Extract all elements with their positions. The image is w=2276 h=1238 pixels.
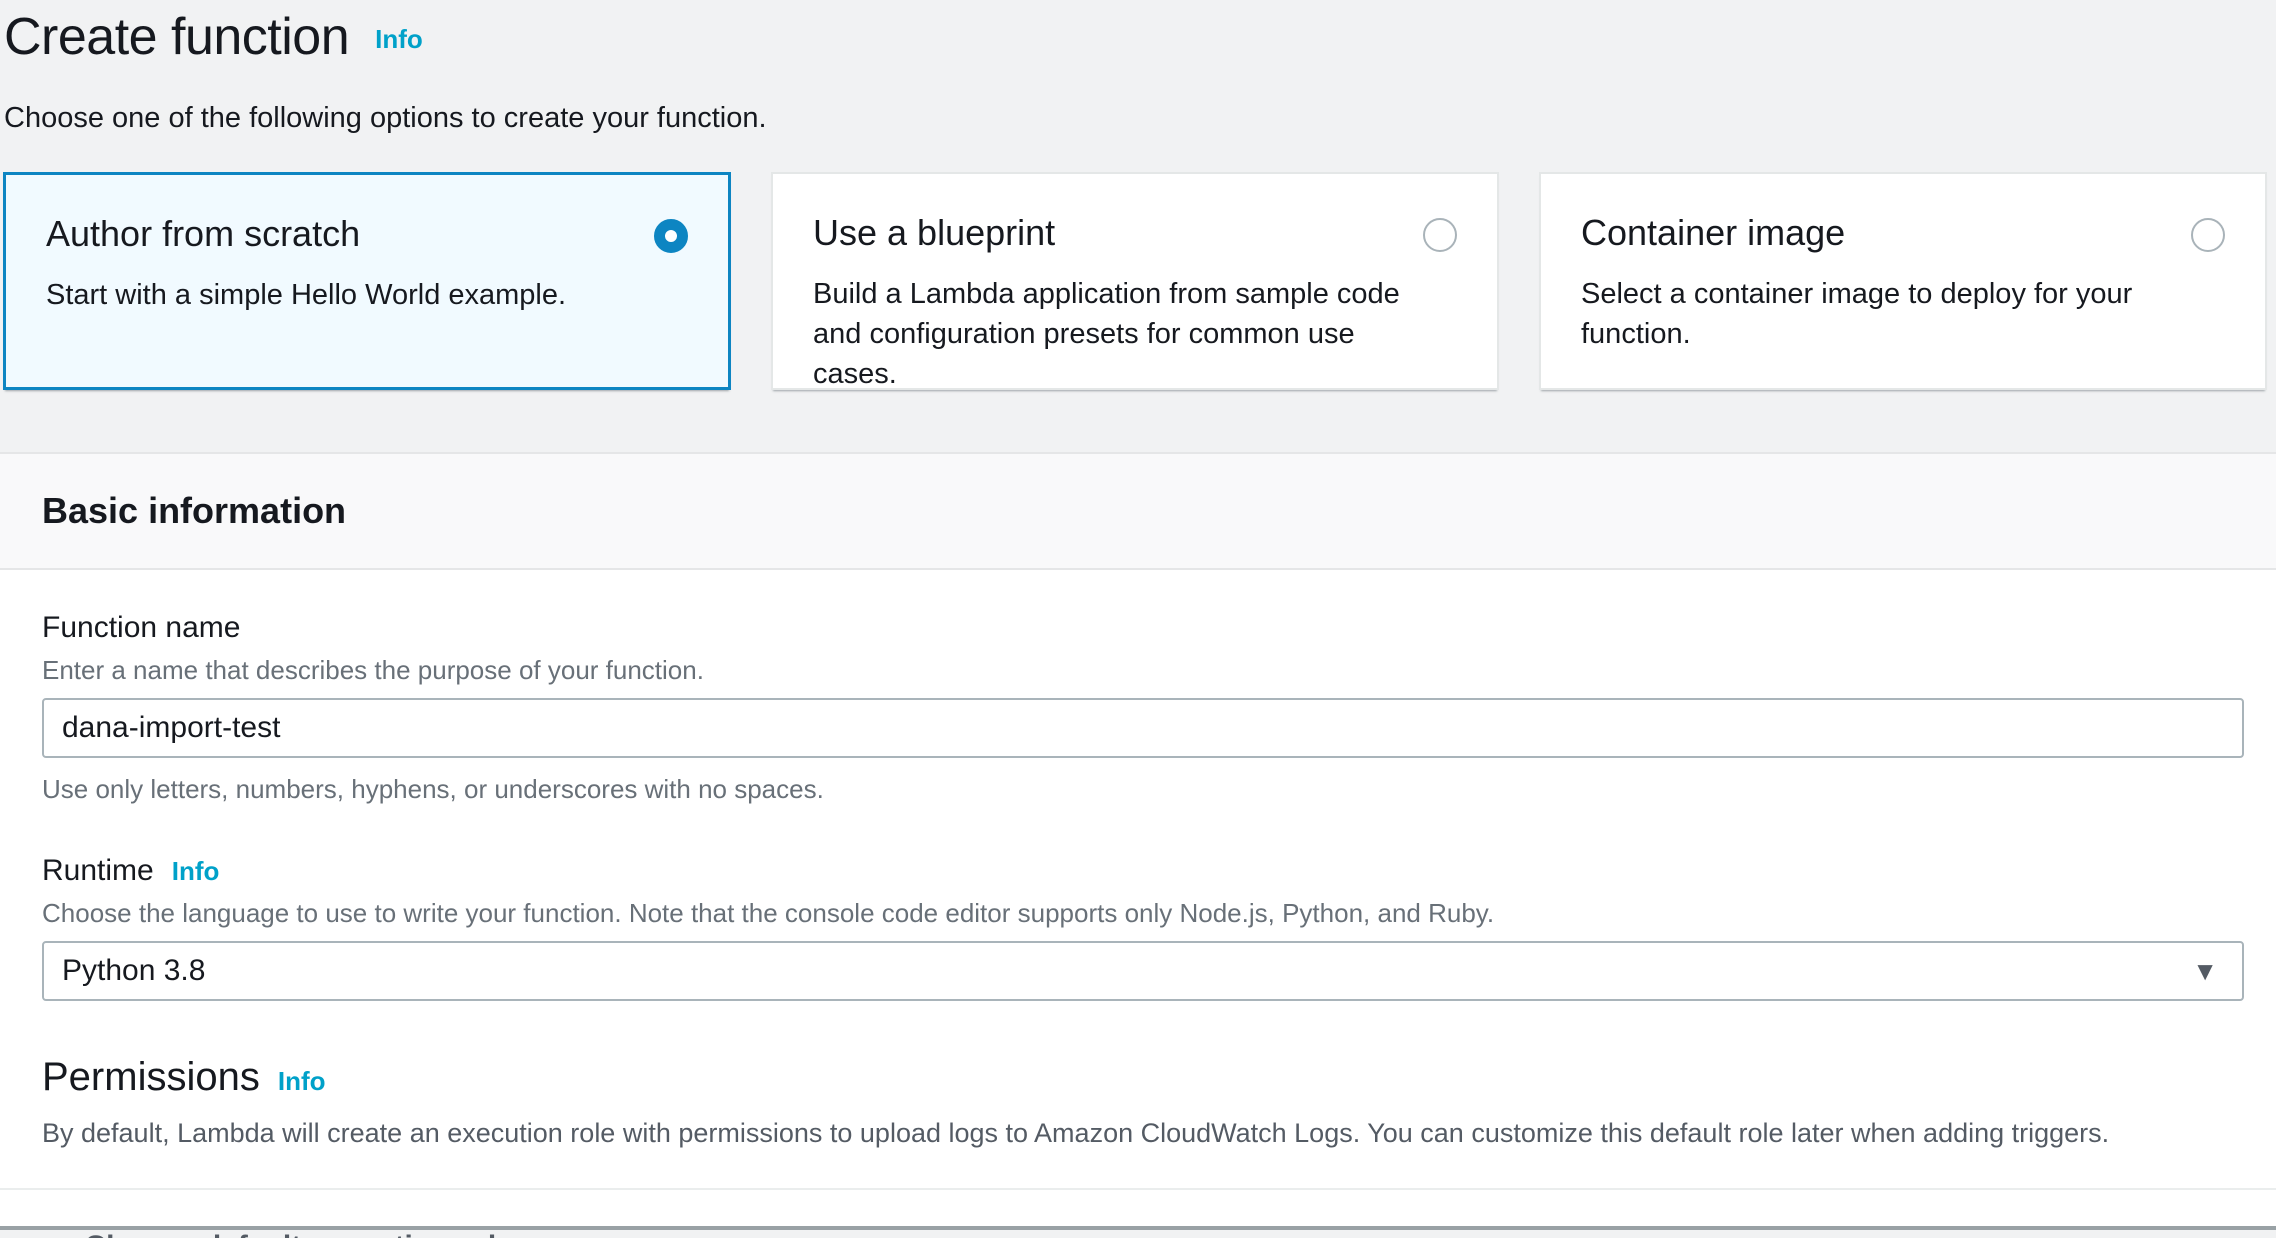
creation-option-cards: Author from scratch Start with a simple … (3, 172, 2276, 390)
runtime-selected-value: Python 3.8 (62, 954, 205, 988)
runtime-description: Choose the language to use to write your… (42, 897, 2244, 929)
function-name-input[interactable] (42, 698, 2244, 758)
radio-container-image[interactable] (2191, 218, 2225, 252)
card-description: Select a container image to deploy for y… (1581, 274, 2171, 354)
chevron-down-icon: ▼ (2192, 958, 2218, 984)
card-description: Start with a simple Hello World example. (46, 275, 636, 315)
runtime-label: Runtime (42, 853, 154, 889)
card-title: Author from scratch (46, 211, 688, 257)
page-title-info-link[interactable]: Info (375, 24, 423, 55)
runtime-info-link[interactable]: Info (172, 856, 220, 887)
card-description: Build a Lambda application from sample c… (813, 274, 1403, 394)
basic-information-form: Function name Enter a name that describe… (0, 570, 2276, 1226)
page-header: Create function Info Choose one of the f… (0, 0, 2276, 134)
radio-author-from-scratch[interactable] (654, 219, 688, 253)
divider (0, 1188, 2276, 1190)
permissions-section: Permissions Info By default, Lambda will… (42, 1055, 2244, 1150)
permissions-info-link[interactable]: Info (278, 1066, 326, 1097)
page-subtitle: Choose one of the following options to c… (4, 102, 2276, 134)
permissions-heading: Permissions (42, 1055, 260, 1100)
function-name-constraint: Use only letters, numbers, hyphens, or u… (42, 774, 2244, 805)
card-author-from-scratch[interactable]: Author from scratch Start with a simple … (3, 172, 731, 390)
card-container-image[interactable]: Container image Select a container image… (1539, 172, 2267, 390)
radio-use-a-blueprint[interactable] (1423, 218, 1457, 252)
basic-information-section-header: Basic information (0, 452, 2276, 570)
function-name-label: Function name (42, 610, 2244, 646)
card-title: Use a blueprint (813, 210, 1457, 256)
basic-information-heading: Basic information (42, 490, 346, 532)
function-name-description: Enter a name that describes the purpose … (42, 654, 2244, 686)
runtime-select[interactable]: Python 3.8 ▼ (42, 941, 2244, 1001)
expander-label: Change default execution role (84, 1230, 512, 1238)
function-name-field: Function name Enter a name that describe… (42, 610, 2244, 805)
card-use-a-blueprint[interactable]: Use a blueprint Build a Lambda applicati… (771, 172, 1499, 390)
page-title: Create function (4, 8, 349, 66)
card-title: Container image (1581, 210, 2225, 256)
permissions-description: By default, Lambda will create an execut… (42, 1116, 2244, 1150)
runtime-field: Runtime Info Choose the language to use … (42, 853, 2244, 1001)
